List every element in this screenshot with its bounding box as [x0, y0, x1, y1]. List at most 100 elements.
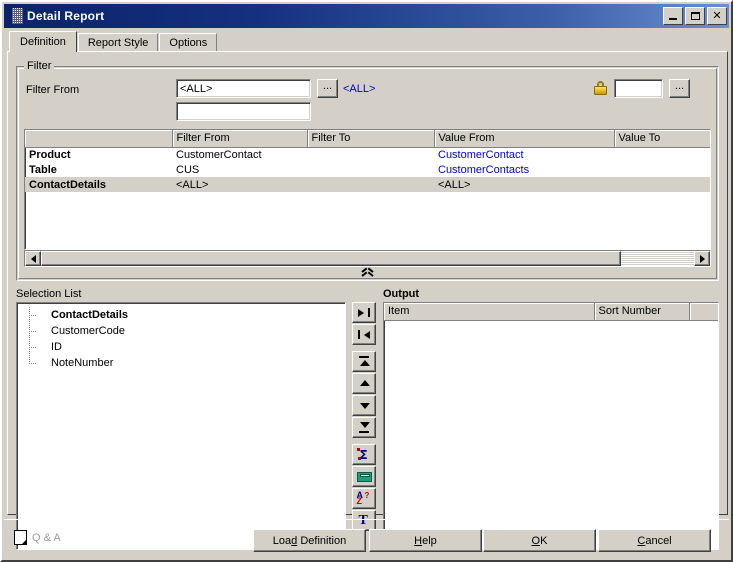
grid-cell-value-to — [614, 177, 710, 192]
tab-report-style[interactable]: Report Style — [77, 33, 159, 52]
filter-group: Filter Filter From ... <ALL> ... — [16, 60, 719, 281]
window-controls: ✕ — [663, 7, 727, 25]
dialog-footer: Q & A Load Definition Help OK Cancel — [4, 519, 729, 560]
minimize-button[interactable] — [663, 7, 683, 25]
ellipsis-icon-secure: ... — [674, 80, 685, 92]
output-col-item[interactable]: Item — [384, 303, 595, 321]
tab-strip: Definition Report Style Options — [9, 31, 725, 52]
filter-secondary-input[interactable] — [176, 102, 311, 121]
help-label: Help — [414, 534, 437, 547]
grid-col-value-from[interactable]: Value From — [434, 130, 615, 148]
scroll-right-button[interactable] — [694, 251, 710, 266]
move-bottom-button[interactable] — [352, 417, 376, 438]
selection-list[interactable]: ContactDetails CustomerCode ID NoteNumbe… — [16, 302, 346, 550]
grid-cell-filter-from: CustomerContact — [176, 148, 262, 161]
move-down-button[interactable] — [352, 395, 376, 416]
output-header-row: Item Sort Number — [384, 303, 718, 321]
filter-from-browse-button[interactable]: ... — [317, 79, 338, 98]
filter-grid[interactable]: Filter From Filter To Value From Value T… — [24, 129, 711, 250]
filter-from-input[interactable] — [176, 79, 311, 98]
tree-node-label: ID — [51, 341, 62, 353]
output-list[interactable]: Item Sort Number — [383, 302, 719, 550]
transfer-button-column: Σ A Z? T — [352, 302, 376, 550]
move-up-button[interactable] — [352, 373, 376, 394]
arrow-up-icon — [357, 378, 371, 389]
cancel-button[interactable]: Cancel — [598, 529, 711, 552]
definition-tab-panel: Filter Filter From ... <ALL> ... — [7, 51, 728, 550]
arrow-down-bottom-icon — [357, 422, 371, 433]
grid-cell-value-to — [614, 147, 710, 162]
tab-options[interactable]: Options — [159, 33, 218, 52]
tree-connector — [29, 355, 39, 371]
close-button[interactable]: ✕ — [707, 7, 727, 25]
page-icon — [14, 530, 27, 545]
table-row[interactable]: Product CustomerContact CustomerContact — [25, 147, 710, 162]
arrow-up-top-icon — [357, 356, 371, 367]
tab-report-style-label: Report Style — [87, 37, 149, 49]
output-col-sort-number[interactable]: Sort Number — [594, 303, 690, 321]
help-button[interactable]: Help — [369, 529, 482, 552]
scrollbar-thumb[interactable] — [41, 251, 621, 266]
secure-filter-input[interactable] — [614, 79, 663, 98]
list-item[interactable]: ContactDetails — [17, 307, 345, 323]
filter-grid-table: Filter From Filter To Value From Value T… — [25, 130, 710, 192]
tree-node-label: CustomerCode — [51, 325, 125, 337]
grid-cell-value-to — [614, 162, 710, 177]
sigma-total-icon: Σ — [356, 447, 372, 462]
grid-col-filter-from[interactable]: Filter From — [172, 130, 308, 148]
tab-definition-label: Definition — [20, 36, 66, 48]
output-label: Output — [383, 288, 420, 300]
total-button[interactable]: Σ — [352, 444, 376, 465]
arrow-right-bar-icon — [357, 307, 371, 318]
list-item[interactable]: NoteNumber — [17, 355, 345, 371]
grid-col-value-to[interactable]: Value To — [614, 130, 710, 148]
title-bar[interactable]: Detail Report ✕ — [4, 4, 729, 28]
chevron-double-up-icon — [362, 271, 373, 281]
calculate-button[interactable] — [352, 466, 376, 487]
output-table: Item Sort Number — [384, 303, 718, 321]
minimize-icon — [669, 17, 677, 20]
collapse-filter-button[interactable] — [24, 268, 711, 283]
scroll-left-button[interactable] — [25, 251, 41, 266]
table-row[interactable]: Table CUS CustomerContacts — [25, 162, 710, 177]
scrollbar-track[interactable] — [41, 251, 694, 266]
tree-connector — [29, 323, 39, 339]
maximize-button[interactable] — [685, 7, 705, 25]
tree-connector — [29, 307, 39, 323]
calculator-icon — [356, 470, 372, 484]
move-left-button[interactable] — [352, 324, 376, 345]
grid-horizontal-scrollbar[interactable] — [24, 250, 711, 267]
tree-node-label: ContactDetails — [51, 309, 129, 321]
sort-button[interactable]: A Z? — [352, 488, 376, 509]
filter-from-value-link[interactable]: <ALL> — [343, 83, 375, 95]
grid-cell-filter-to — [307, 177, 434, 192]
filter-from-label: Filter From — [26, 84, 80, 96]
grid-cell-filter-to — [307, 162, 434, 177]
detail-report-window: Detail Report ✕ Definition Report Style … — [0, 0, 733, 562]
list-item[interactable]: CustomerCode — [17, 323, 345, 339]
grid-cell-filter-from: CUS — [176, 163, 200, 176]
sort-az-icon: A Z? — [356, 489, 370, 506]
tab-definition[interactable]: Definition — [9, 31, 77, 52]
grid-cell-name: Table — [29, 163, 57, 176]
table-row[interactable]: ContactDetails <ALL> <ALL> — [25, 177, 710, 192]
tab-options-label: Options — [169, 37, 208, 49]
load-definition-button[interactable]: Load Definition — [253, 529, 366, 552]
grid-cell-value-from: CustomerContacts — [438, 163, 530, 176]
grid-cell-value-from: <ALL> — [434, 177, 614, 192]
grid-cell-filter-to — [307, 147, 434, 162]
grid-cell-name: ContactDetails — [25, 177, 172, 192]
report-icon — [7, 8, 23, 24]
ok-button[interactable]: OK — [483, 529, 596, 552]
grid-header-row: Filter From Filter To Value From Value T… — [25, 130, 710, 148]
move-top-button[interactable] — [352, 351, 376, 372]
secure-browse-button[interactable]: ... — [669, 79, 690, 98]
output-col-filler[interactable] — [689, 303, 718, 321]
grid-col-filter-to[interactable]: Filter To — [307, 130, 435, 148]
list-item[interactable]: ID — [17, 339, 345, 355]
move-right-button[interactable] — [352, 302, 376, 323]
ellipsis-icon: ... — [322, 80, 333, 92]
grid-col-name[interactable] — [25, 130, 173, 148]
cancel-label: Cancel — [637, 534, 672, 547]
grid-cell-value-from: CustomerContact — [438, 148, 524, 161]
